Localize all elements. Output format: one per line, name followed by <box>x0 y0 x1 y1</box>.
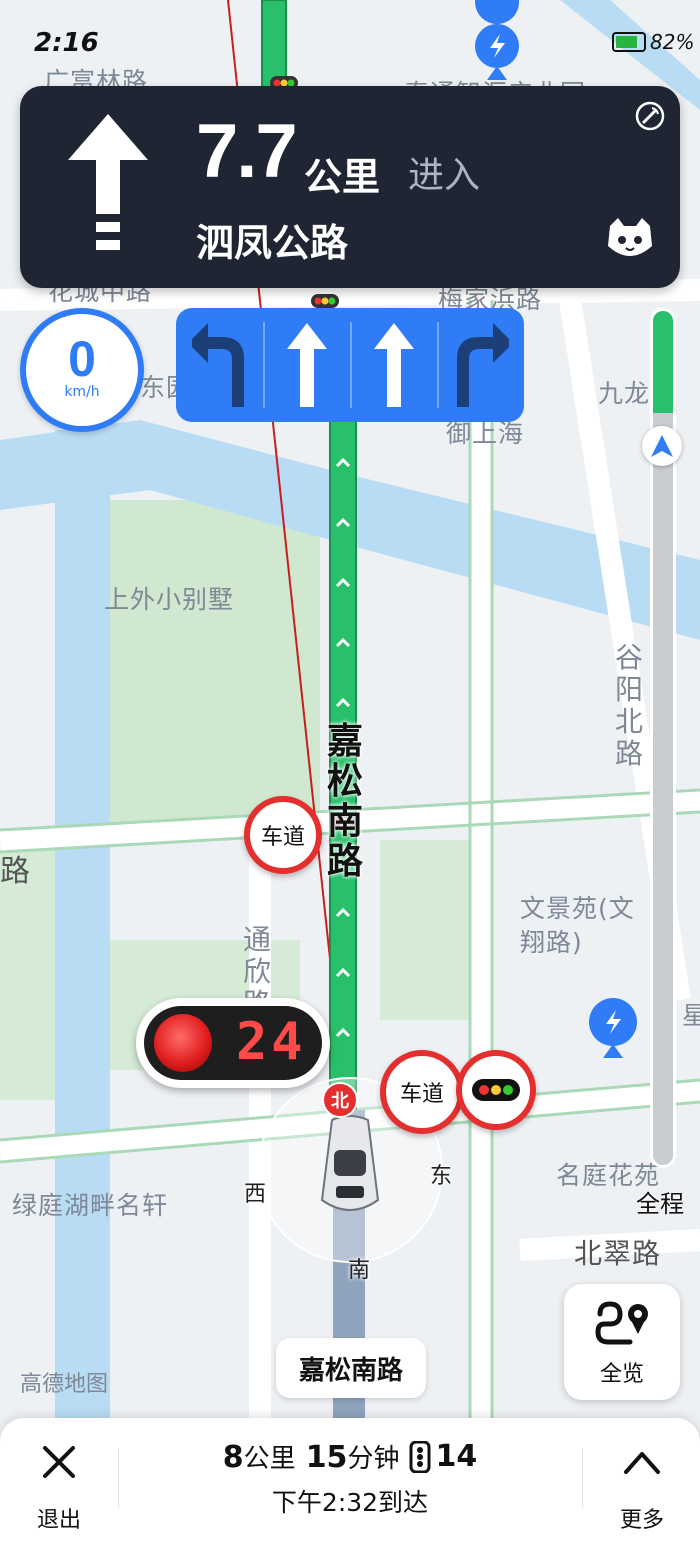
arrival-time: 下午2:32到达 <box>271 1488 429 1517</box>
lane-sign: 车道 <box>244 796 322 874</box>
remaining-distance: 8 <box>222 1440 244 1475</box>
red-light-icon <box>154 1014 212 1072</box>
next-road-name: 泗凤公路 <box>196 220 349 265</box>
status-time: 2:16 <box>34 28 99 58</box>
battery-indicator: 82% <box>612 30 694 54</box>
lane-3 <box>350 308 437 422</box>
gps-signal-icon <box>635 101 665 131</box>
turn-action: 进入 <box>408 155 481 196</box>
remaining-distance-unit: 公里 <box>243 1444 296 1474</box>
trip-summary[interactable]: 8公里 15分钟 14 下午2:32到达 <box>120 1438 580 1519</box>
map-label: 上外小别墅 <box>104 585 235 614</box>
voice-assistant-mascot-icon[interactable] <box>604 216 656 262</box>
current-road-name: 嘉松南路 <box>276 1338 426 1398</box>
green-area <box>380 840 480 1020</box>
compass-west: 西 <box>244 1182 267 1207</box>
compass-east: 东 <box>430 1164 453 1189</box>
remaining-time: 15 <box>305 1440 348 1475</box>
map-label: 文景苑(文翔路) <box>520 894 635 957</box>
current-speed: 0 <box>68 331 96 387</box>
charging-station-icon-2[interactable] <box>589 998 637 1058</box>
traffic-lights-count: 14 <box>435 1439 478 1474</box>
map-label: 路 <box>0 854 31 889</box>
straight-arrow-icon <box>68 114 148 250</box>
lane-sign-2: 车道 <box>380 1050 464 1134</box>
traffic-light-sign-icon <box>456 1050 536 1130</box>
traffic-light-icon <box>409 1440 431 1473</box>
exit-label: 退出 <box>36 1508 81 1533</box>
traffic-light-countdown: 24 <box>136 998 330 1088</box>
straight-arrow-icon <box>286 323 327 407</box>
charging-station-icon[interactable] <box>475 0 520 80</box>
route-overview-icon <box>595 1301 648 1345</box>
battery-icon <box>612 32 646 52</box>
battery-level: 82% <box>650 30 695 54</box>
road-label-guyang: 谷阳北路 <box>614 641 643 770</box>
remaining-time-unit: 分钟 <box>347 1444 400 1474</box>
lane-guidance <box>176 308 524 422</box>
current-position-marker <box>642 426 682 466</box>
speedometer: 0 km/h <box>20 308 144 432</box>
close-icon <box>43 1446 75 1478</box>
full-route-label: 全程 <box>636 1190 684 1218</box>
map-label: 北翠路 <box>574 1237 662 1270</box>
more-button[interactable]: 更多 <box>600 1434 684 1534</box>
divider <box>582 1448 583 1508</box>
speed-unit: km/h <box>64 384 100 400</box>
map-watermark: 高德地图 <box>20 1372 109 1397</box>
compass-north: 北 <box>322 1082 358 1118</box>
left-turn-arrow-icon <box>191 323 244 407</box>
chevron-up-icon <box>624 1452 660 1474</box>
lane-sign-label: 车道 <box>399 1082 444 1107</box>
lane-4 <box>437 308 524 422</box>
straight-arrow-icon <box>373 323 414 407</box>
right-turn-arrow-icon <box>456 323 509 407</box>
exit-button[interactable]: 退出 <box>18 1434 100 1534</box>
lane-1 <box>176 308 263 422</box>
more-label: 更多 <box>619 1508 664 1533</box>
divider <box>118 1448 119 1508</box>
distance-unit: 公里 <box>304 155 381 199</box>
map-label: 星 <box>682 1001 700 1030</box>
distance-to-turn: 7.7 <box>196 109 298 194</box>
route-progress-fill <box>653 311 673 414</box>
light-countdown-value: 24 <box>236 1012 307 1072</box>
navigation-arrow-icon <box>651 435 673 457</box>
map-label: 绿庭湖畔名轩 <box>12 1191 169 1220</box>
lane-sign-label: 车道 <box>260 825 305 850</box>
compass-south: 南 <box>348 1258 371 1283</box>
trip-info-bar: 退出 8公里 15分钟 14 下午2:32到达 更多 <box>0 1418 700 1555</box>
traffic-light-marker-icon-2 <box>311 294 339 308</box>
overview-button[interactable]: 全览 <box>564 1284 680 1400</box>
overview-label: 全览 <box>599 1362 644 1387</box>
road-label-jiasong: 嘉松南路 <box>326 721 363 882</box>
car-icon <box>320 1115 380 1211</box>
navigation-guidance-card[interactable]: 7.7 公里 进入 泗凤公路 <box>20 86 680 288</box>
lane-2 <box>263 308 350 422</box>
